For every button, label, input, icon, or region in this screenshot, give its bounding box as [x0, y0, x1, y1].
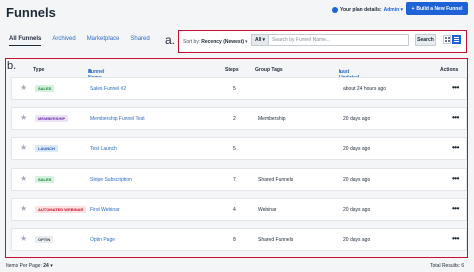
col-type: Type: [33, 67, 45, 73]
annotation-a: a.: [165, 33, 176, 47]
more-actions-icon[interactable]: •••: [452, 83, 459, 92]
steps-count: 2: [233, 116, 236, 122]
group-tags: Webinar: [258, 207, 277, 213]
star-icon[interactable]: ★: [20, 205, 27, 213]
star-icon[interactable]: ★: [20, 84, 27, 92]
more-actions-icon[interactable]: •••: [452, 234, 459, 243]
steps-count: 5: [233, 146, 236, 152]
type-badge: MEMBERSHIP: [35, 115, 69, 122]
star-icon[interactable]: ★: [20, 144, 27, 152]
group-tags: Membership: [258, 116, 286, 122]
per-page-label: Items Per Page:: [6, 263, 42, 269]
scope-select[interactable]: All ▾: [252, 35, 269, 45]
star-icon[interactable]: ★: [20, 175, 27, 183]
table-row: ★ OPTIN Optin Page 8 Shared Funnels 20 days a…: [11, 228, 467, 251]
list-view-button[interactable]: [452, 35, 461, 44]
more-actions-icon[interactable]: •••: [452, 204, 459, 213]
search-input[interactable]: [269, 35, 408, 45]
per-page-value: 24: [43, 263, 49, 269]
plan-select[interactable]: Admin ▾: [384, 7, 403, 13]
last-updated: 20 days ago: [343, 237, 371, 243]
plan-icon: [332, 7, 338, 13]
type-badge: AUTOMATED WEBINAR: [35, 206, 87, 213]
table-row: ★ SALES Stripe Subscription 7 Shared Funnels…: [11, 168, 467, 191]
funnel-name-link[interactable]: Membership Funnel Test: [90, 116, 145, 122]
type-badge: SALES: [35, 176, 55, 183]
plus-icon: +: [411, 5, 415, 12]
steps-count: 4: [233, 207, 236, 213]
funnel-name-link[interactable]: First Webinar: [90, 207, 120, 213]
tab-bar: All Funnels Archived Marketplace Shared: [9, 36, 150, 46]
funnel-name-link[interactable]: Test Launch: [90, 146, 117, 152]
build-funnel-label: Build a New Funnel: [416, 5, 463, 12]
chevron-down-icon: ▾: [50, 263, 53, 269]
group-tags: Shared Funnels: [258, 237, 294, 243]
steps-count: 7: [233, 177, 236, 183]
list-icon: [454, 37, 459, 42]
steps-count: 5: [233, 86, 236, 92]
last-updated: 20 days ago: [343, 116, 371, 122]
last-updated: 20 days ago: [343, 146, 371, 152]
type-badge: LAUNCH: [35, 145, 58, 152]
last-updated: 20 days ago: [343, 177, 371, 183]
tab-archived[interactable]: Archived: [52, 36, 75, 46]
total-results: Total Results: 6: [430, 263, 465, 269]
star-icon[interactable]: ★: [20, 114, 27, 122]
search-button[interactable]: Search: [415, 34, 436, 46]
funnel-name-link[interactable]: Stripe Subscription: [90, 177, 132, 183]
steps-count: 8: [233, 237, 236, 243]
table-row: ★ AUTOMATED WEBINAR First Webinar 4 Webinar 2…: [11, 198, 467, 221]
table-row: ★ MEMBERSHIP Membership Funnel Test 2 Member…: [11, 107, 467, 130]
plan-value: Admin: [383, 7, 400, 13]
funnel-name-link[interactable]: Optin Page: [90, 237, 115, 243]
col-actions: Actions: [440, 67, 459, 73]
table-row: ★ SALES Sales Funnel #2 5 about 24 hours ago…: [11, 77, 467, 100]
more-actions-icon[interactable]: •••: [452, 174, 459, 183]
tab-all-funnels[interactable]: All Funnels: [9, 36, 42, 46]
sort-label: Sort by:: [183, 38, 201, 45]
funnel-name-link[interactable]: Sales Funnel #2: [90, 86, 126, 92]
scope-value: All: [255, 37, 262, 43]
sort-down-icon: ▾: [339, 69, 342, 75]
chevron-down-icon: ▾: [400, 7, 404, 13]
sort-icon: ⇅: [88, 69, 93, 75]
grid-icon: [444, 37, 450, 42]
funnels-table: Type Funnel Name ⇅ Steps Group Tags Last…: [5, 58, 468, 258]
search-group: All ▾: [251, 34, 409, 46]
col-group-tags: Group Tags: [255, 67, 283, 73]
more-actions-icon[interactable]: •••: [452, 143, 459, 152]
grid-view-button[interactable]: [443, 35, 451, 44]
table-header: Type Funnel Name ⇅ Steps Group Tags Last…: [6, 65, 467, 81]
sort-value: Recency (Newest): [201, 38, 245, 45]
type-badge: OPTIN: [35, 236, 54, 243]
col-steps: Steps: [225, 67, 239, 73]
chevron-down-icon: ▾: [245, 38, 248, 45]
per-page-select[interactable]: Items Per Page: 24 ▾: [6, 263, 53, 269]
plan-details: Your plan details: Admin ▾: [332, 7, 403, 13]
last-updated: 20 days ago: [343, 207, 371, 213]
sort-dropdown[interactable]: Sort by: Recency (Newest) ▾: [183, 36, 251, 47]
build-funnel-button[interactable]: + Build a New Funnel: [406, 2, 468, 15]
plan-label: Your plan details:: [340, 7, 382, 13]
star-icon[interactable]: ★: [20, 235, 27, 243]
page-title: Funnels: [6, 5, 56, 20]
tab-marketplace[interactable]: Marketplace: [87, 36, 120, 46]
filter-bar: Sort by: Recency (Newest) ▾ All ▾ Search: [178, 30, 467, 53]
type-badge: SALES: [35, 85, 55, 92]
more-actions-icon[interactable]: •••: [452, 113, 459, 122]
chevron-down-icon: ▾: [262, 37, 265, 43]
last-updated: about 24 hours ago: [343, 86, 387, 92]
tab-shared[interactable]: Shared: [130, 36, 149, 46]
table-row: ★ LAUNCH Test Launch 5 20 days ago •••: [11, 137, 467, 160]
group-tags: Shared Funnels: [258, 177, 294, 183]
